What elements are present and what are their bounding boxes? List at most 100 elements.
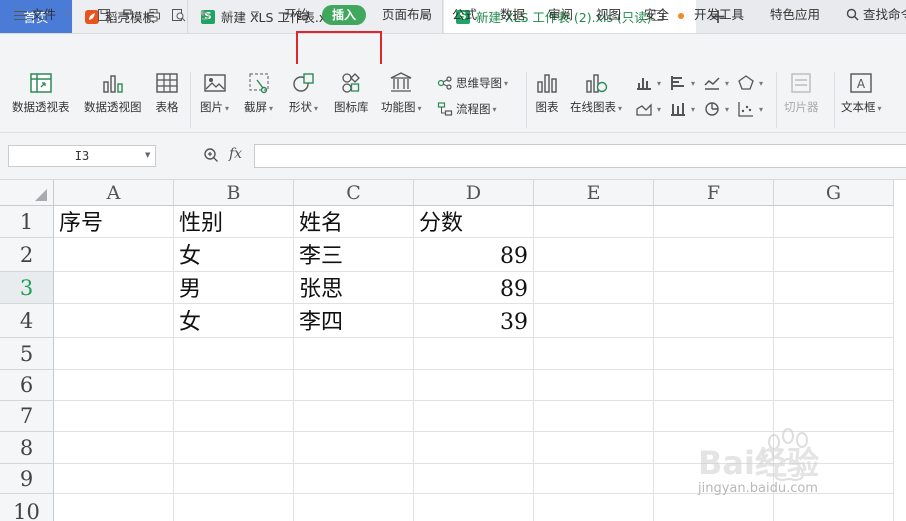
menu-page-layout[interactable]: 页面布局 (382, 0, 432, 30)
cell-d8[interactable] (414, 432, 534, 464)
mindmap-button[interactable]: 思维导图 ▾ (437, 75, 508, 91)
print-preview-icon[interactable] (170, 7, 186, 23)
cell-a9[interactable] (54, 464, 174, 494)
column-header-f[interactable]: F (654, 180, 774, 206)
cell-f1[interactable] (654, 206, 774, 238)
cell-f6[interactable] (654, 370, 774, 401)
row-header-10[interactable]: 10 (0, 494, 54, 521)
customize-toolbar-icon[interactable] (247, 7, 263, 23)
pivot-table-button[interactable]: 数据透视表 (12, 70, 70, 115)
cell-g5[interactable] (774, 338, 894, 370)
screenshot-button[interactable]: 截屏 ▾ (244, 70, 273, 115)
cell-d4[interactable]: 39 (414, 304, 534, 338)
scatter-chart-button[interactable]: ▾ (738, 101, 763, 117)
cell-e6[interactable] (534, 370, 654, 401)
table-button[interactable]: 表格 (154, 70, 180, 115)
cell-d3[interactable]: 89 (414, 272, 534, 304)
cell-e9[interactable] (534, 464, 654, 494)
bar-chart-button[interactable]: ▾ (670, 75, 695, 91)
column-header-a[interactable]: A (54, 180, 174, 206)
pivot-chart-button[interactable]: 数据透视图 (84, 70, 142, 115)
cell-e7[interactable] (534, 401, 654, 432)
cell-b2[interactable]: 女 (174, 238, 294, 272)
cell-e4[interactable] (534, 304, 654, 338)
column-header-c[interactable]: C (294, 180, 414, 206)
column-header-g[interactable]: G (774, 180, 894, 206)
cell-g6[interactable] (774, 370, 894, 401)
cell-e10[interactable] (534, 494, 654, 521)
cell-b6[interactable] (174, 370, 294, 401)
select-all-corner[interactable] (0, 180, 54, 206)
undo-icon[interactable] (196, 7, 212, 23)
cell-b5[interactable] (174, 338, 294, 370)
cell-f4[interactable] (654, 304, 774, 338)
cell-b10[interactable] (174, 494, 294, 521)
row-header-3[interactable]: 3 (0, 272, 54, 304)
shape-button[interactable]: 形状 ▾ (289, 70, 318, 115)
redo-icon[interactable] (221, 7, 237, 23)
cell-f2[interactable] (654, 238, 774, 272)
menu-formulas[interactable]: 公式 (452, 0, 477, 30)
cell-d10[interactable] (414, 494, 534, 521)
row-header-1[interactable]: 1 (0, 206, 54, 238)
cell-c6[interactable] (294, 370, 414, 401)
cell-c4[interactable]: 李四 (294, 304, 414, 338)
cell-c7[interactable] (294, 401, 414, 432)
menu-developer[interactable]: 开发工具 (694, 0, 744, 30)
cell-f3[interactable] (654, 272, 774, 304)
insert-function-button[interactable]: fx (229, 146, 242, 162)
row-header-9[interactable]: 9 (0, 464, 54, 494)
column-header-b[interactable]: B (174, 180, 294, 206)
cell-g1[interactable] (774, 206, 894, 238)
cell-c10[interactable] (294, 494, 414, 521)
cell-d6[interactable] (414, 370, 534, 401)
textbox-button[interactable]: A 文本框 ▾ (841, 70, 882, 115)
column-header-d[interactable]: D (414, 180, 534, 206)
print-icon[interactable] (145, 7, 161, 23)
cell-c9[interactable] (294, 464, 414, 494)
cell-g3[interactable] (774, 272, 894, 304)
cell-a4[interactable] (54, 304, 174, 338)
cell-a6[interactable] (54, 370, 174, 401)
cell-g2[interactable] (774, 238, 894, 272)
cell-e1[interactable] (534, 206, 654, 238)
radar-chart-button[interactable]: ▾ (738, 75, 763, 91)
cell-b8[interactable] (174, 432, 294, 464)
cell-d1[interactable]: 分数 (414, 206, 534, 238)
format-painter-icon[interactable] (120, 7, 136, 23)
line-chart-button[interactable]: ▾ (704, 75, 729, 91)
slicer-button[interactable]: 切片器 (784, 70, 819, 115)
cell-a8[interactable] (54, 432, 174, 464)
save-icon[interactable] (96, 7, 112, 23)
cell-e8[interactable] (534, 432, 654, 464)
cell-a1[interactable]: 序号 (54, 206, 174, 238)
name-box[interactable]: I3 (8, 145, 156, 167)
area-chart-button[interactable]: ▾ (636, 101, 661, 117)
cell-b1[interactable]: 性别 (174, 206, 294, 238)
cell-a7[interactable] (54, 401, 174, 432)
menu-insert[interactable]: 插入 (322, 5, 366, 25)
cell-c3[interactable]: 张思 (294, 272, 414, 304)
file-menu[interactable]: 文件 ﹀ (14, 0, 72, 30)
cell-d7[interactable] (414, 401, 534, 432)
icon-library-button[interactable]: 图标库 (334, 70, 369, 115)
formula-input[interactable] (254, 144, 906, 168)
cell-d5[interactable] (414, 338, 534, 370)
flowchart-button[interactable]: 流程图 ▾ (437, 101, 497, 117)
cell-a2[interactable] (54, 238, 174, 272)
cell-c8[interactable] (294, 432, 414, 464)
row-header-6[interactable]: 6 (0, 370, 54, 401)
cell-e5[interactable] (534, 338, 654, 370)
cell-c1[interactable]: 姓名 (294, 206, 414, 238)
command-search[interactable]: 查找命令 (846, 0, 906, 30)
modified-dot-icon[interactable] (678, 13, 684, 19)
cell-f5[interactable] (654, 338, 774, 370)
cell-e3[interactable] (534, 272, 654, 304)
menu-view[interactable]: 视图 (596, 0, 621, 30)
menu-review[interactable]: 审阅 (548, 0, 573, 30)
cell-c2[interactable]: 李三 (294, 238, 414, 272)
row-header-7[interactable]: 7 (0, 401, 54, 432)
stock-chart-button[interactable]: ▾ (670, 101, 695, 117)
cell-e2[interactable] (534, 238, 654, 272)
cell-d2[interactable]: 89 (414, 238, 534, 272)
